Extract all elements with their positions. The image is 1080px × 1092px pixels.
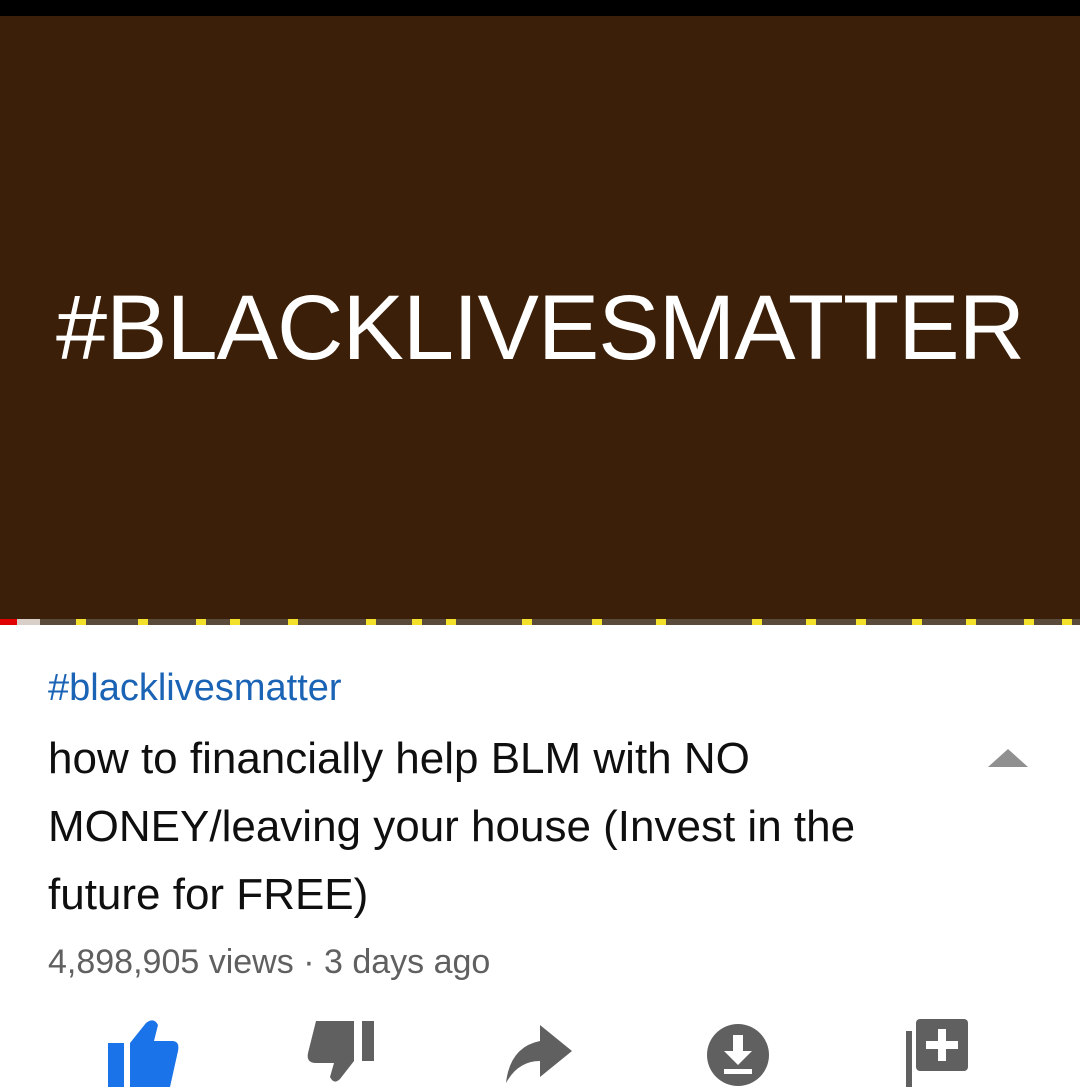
thumbs-up-icon	[108, 1020, 179, 1087]
meta-separator: ·	[303, 943, 315, 981]
view-count: 4,898,905 views	[48, 943, 294, 981]
hashtag-link[interactable]: #blacklivesmatter	[48, 667, 342, 710]
download-button[interactable]	[694, 1017, 784, 1087]
video-info-panel: #blacklivesmatter how to financially hel…	[0, 625, 1080, 1087]
download-icon	[707, 1024, 769, 1086]
video-meta: 4,898,905 views · 3 days ago	[48, 943, 490, 982]
dislike-button[interactable]	[298, 1017, 388, 1087]
status-bar	[0, 0, 1080, 16]
save-to-playlist-button[interactable]	[896, 1017, 986, 1087]
add-to-playlist-icon	[906, 1019, 968, 1087]
video-title[interactable]: how to financially help BLM with NO MONE…	[48, 725, 908, 929]
chevron-up-icon	[988, 749, 1028, 767]
thumbs-down-icon	[307, 1021, 374, 1082]
share-button[interactable]	[496, 1017, 586, 1087]
like-button[interactable]	[98, 1017, 188, 1087]
share-arrow-icon	[506, 1025, 572, 1083]
upload-age: 3 days ago	[323, 943, 491, 981]
video-frame-text: #BLACKLIVESMATTER	[55, 277, 1025, 379]
expand-description-button[interactable]	[982, 743, 1034, 779]
video-player[interactable]: #BLACKLIVESMATTER	[0, 16, 1080, 620]
